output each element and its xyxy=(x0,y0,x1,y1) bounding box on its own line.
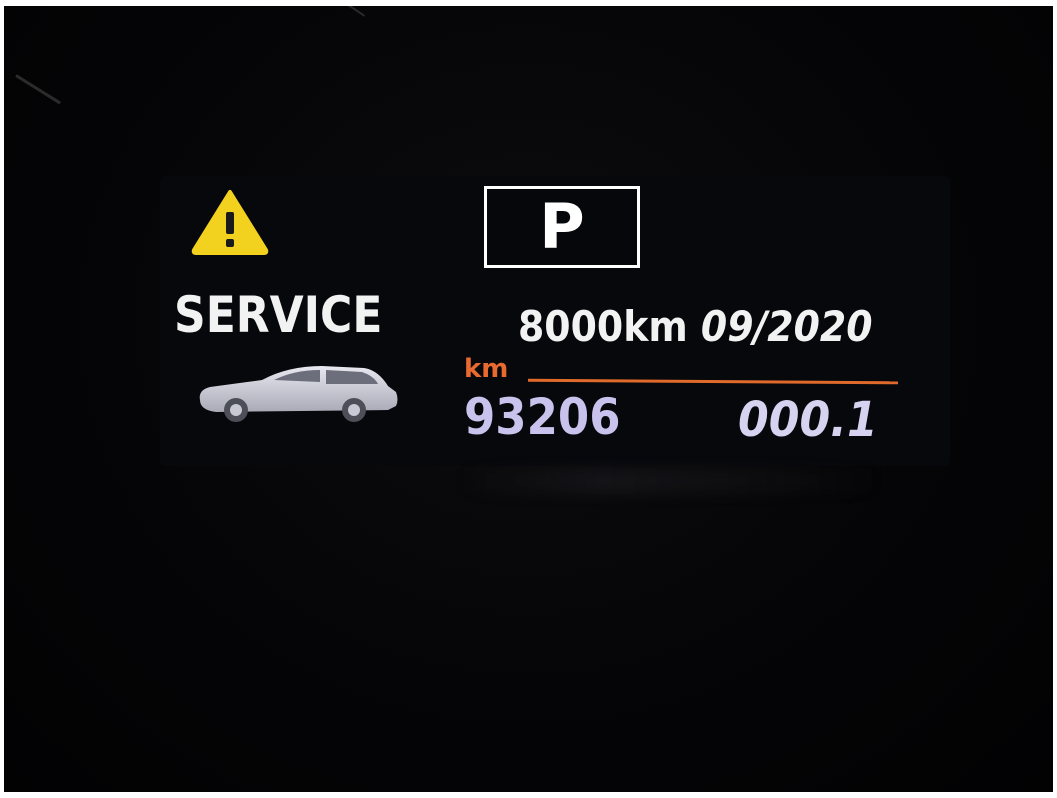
gear-indicator: P xyxy=(484,186,640,268)
service-date: 09/2020 xyxy=(700,302,873,351)
service-label: SERVICE xyxy=(174,286,383,344)
odometer-unit: km xyxy=(464,354,509,384)
odometer-total: 93206 xyxy=(464,388,621,446)
service-distance: 8000km xyxy=(518,302,688,351)
service-due: 8000km 09/2020 xyxy=(518,306,873,348)
display-reflection xyxy=(460,468,880,494)
warning-triangle-icon xyxy=(191,190,269,255)
car-icon xyxy=(199,366,398,422)
trip-meter: 000.1 xyxy=(738,392,878,448)
gear-letter: P xyxy=(539,190,585,263)
